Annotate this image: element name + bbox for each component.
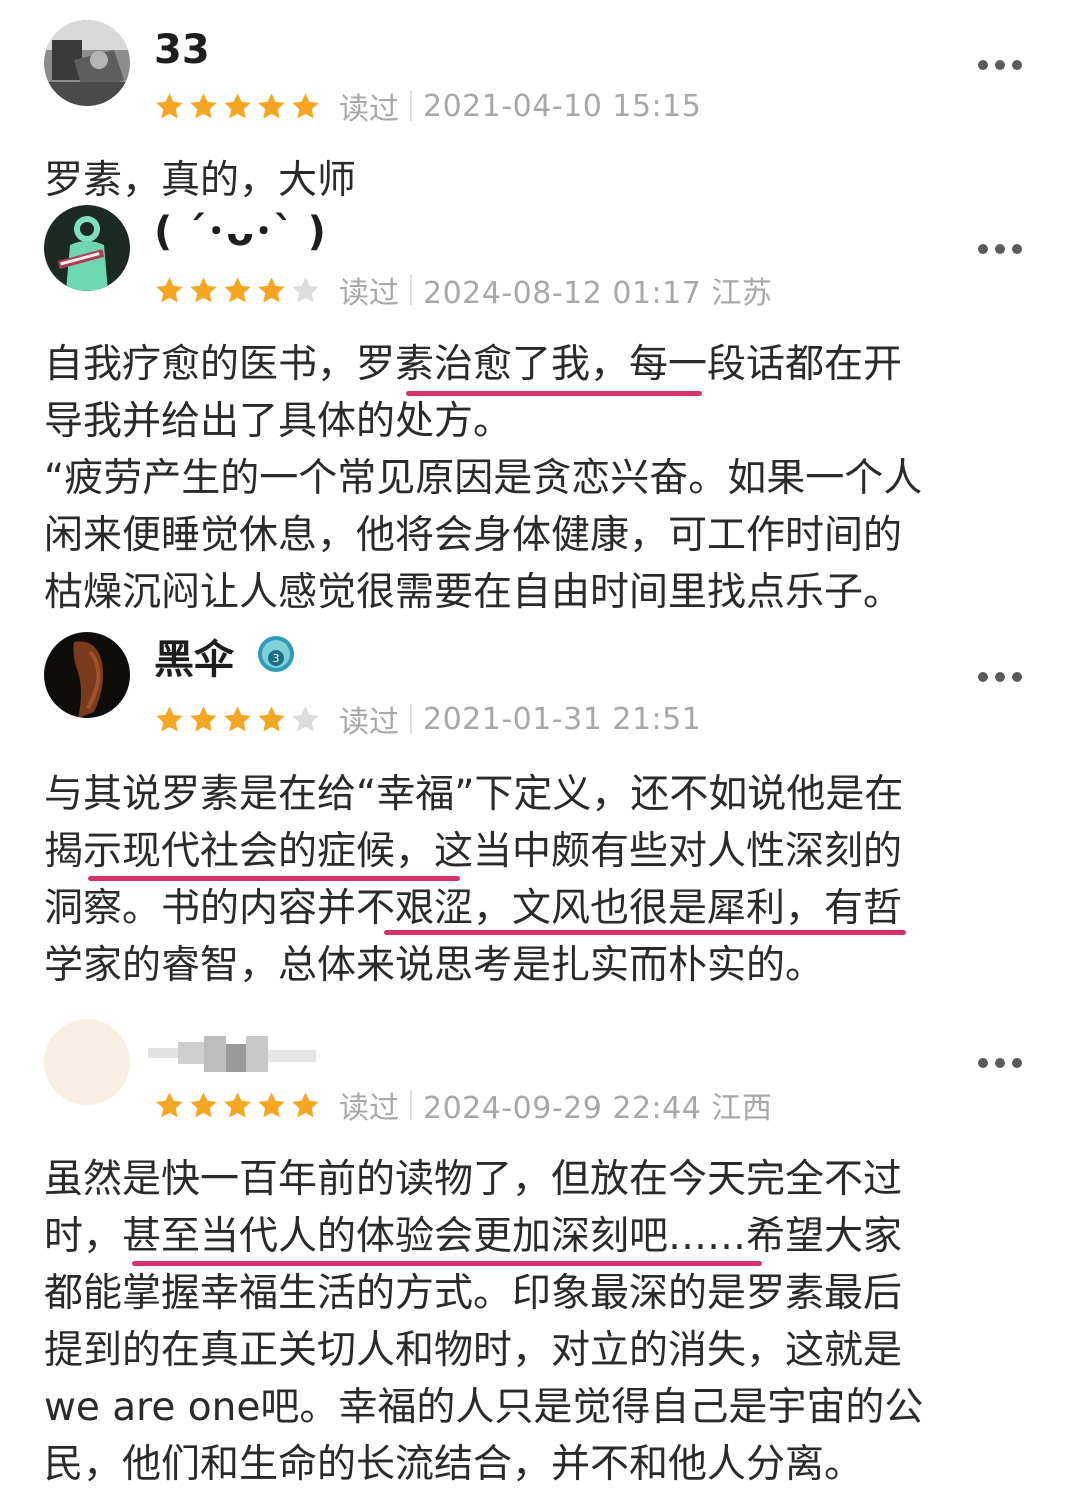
- text-highlight-underline: [406, 391, 702, 396]
- star-filled-icon: [224, 705, 251, 731]
- username[interactable]: 黑伞: [154, 636, 234, 684]
- divider: [410, 91, 412, 121]
- star-filled-icon: [156, 276, 183, 302]
- star-filled-icon: [258, 1091, 285, 1117]
- more-options-icon[interactable]: [978, 58, 1022, 72]
- star-filled-icon: [190, 92, 217, 118]
- username[interactable]: ( ´･ᴗ･` ): [154, 208, 326, 256]
- review-text: 罗素，真的，大师: [44, 158, 357, 203]
- text-highlight-underline: [132, 1261, 762, 1266]
- username[interactable]: 33: [154, 26, 210, 74]
- review-date: 2024-09-29 22:44 江西: [423, 1091, 773, 1126]
- star-rating: [154, 275, 321, 306]
- star-filled-icon: [156, 705, 183, 731]
- avatar[interactable]: [44, 205, 130, 291]
- blurred-username: [148, 1032, 316, 1074]
- star-filled-icon: [156, 92, 183, 118]
- star-filled-icon: [292, 1091, 319, 1117]
- avatar[interactable]: [44, 20, 130, 106]
- review-text: 虽然是快一百年前的读物了，但放在今天完全不过 时，甚至当代人的体验会更加深刻吧……: [44, 1157, 924, 1487]
- avatar[interactable]: [44, 632, 130, 718]
- read-status: 读过: [339, 705, 399, 740]
- star-rating: [154, 91, 321, 122]
- star-rating: [154, 704, 321, 735]
- star-filled-icon: [292, 92, 319, 118]
- star-filled-icon: [258, 276, 285, 302]
- star-filled-icon: [190, 1091, 217, 1117]
- divider: [410, 1090, 412, 1120]
- avatar[interactable]: [44, 1019, 130, 1105]
- review-meta: 读过 2024-08-12 01:17 江苏: [154, 270, 773, 311]
- star-filled-icon: [258, 705, 285, 731]
- review-text: 自我疗愈的医书，罗素治愈了我，每一段话都在开 导我并给出了具体的处方。 “疲劳产…: [44, 342, 923, 615]
- star-filled-icon: [224, 276, 251, 302]
- divider: [410, 275, 412, 305]
- avatar-placeholder-icon: [44, 1019, 130, 1105]
- read-status: 读过: [339, 276, 399, 311]
- review-meta: 读过 2024-09-29 22:44 江西: [154, 1085, 773, 1126]
- text-highlight-underline: [88, 876, 460, 881]
- star-filled-icon: [224, 92, 251, 118]
- more-options-icon[interactable]: [978, 1056, 1022, 1070]
- divider: [410, 704, 412, 734]
- star-filled-icon: [258, 92, 285, 118]
- star-empty-icon: [292, 705, 319, 731]
- level-badge-icon: 3: [256, 634, 296, 674]
- star-filled-icon: [224, 1091, 251, 1117]
- star-filled-icon: [156, 1091, 183, 1117]
- avatar-portrait-icon: [44, 632, 130, 718]
- review-meta: 读过 2021-01-31 21:51: [154, 699, 702, 740]
- avatar-astronaut-icon: [44, 205, 130, 291]
- text-highlight-underline: [384, 930, 906, 935]
- more-options-icon[interactable]: [978, 242, 1022, 256]
- read-status: 读过: [339, 92, 399, 127]
- avatar-photo-icon: [44, 20, 130, 106]
- read-status: 读过: [339, 1091, 399, 1126]
- review-date: 2021-04-10 15:15: [423, 88, 702, 124]
- star-empty-icon: [292, 276, 319, 302]
- level-badge-number: 3: [273, 652, 280, 665]
- star-filled-icon: [190, 705, 217, 731]
- star-filled-icon: [190, 276, 217, 302]
- review-date: 2024-08-12 01:17 江苏: [423, 276, 773, 311]
- star-rating: [154, 1090, 321, 1121]
- review-date: 2021-01-31 21:51: [423, 701, 702, 737]
- review-meta: 读过 2021-04-10 15:15: [154, 86, 702, 127]
- more-options-icon[interactable]: [978, 670, 1022, 684]
